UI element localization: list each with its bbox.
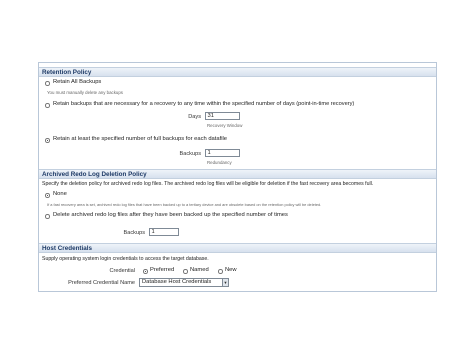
delete-archived-label: Delete archived redo log files after the… <box>53 212 288 218</box>
none-note: If a fast recovery area is set, archived… <box>47 202 322 207</box>
retention-policy-header: Retention Policy <box>39 67 436 77</box>
chevron-down-icon[interactable]: ▼ <box>222 279 228 286</box>
days-label: Days <box>188 114 201 120</box>
backups-hint: Redundancy <box>207 160 232 165</box>
retain-full-radio[interactable] <box>45 138 50 143</box>
none-label: None <box>53 191 67 197</box>
retain-all-label: Retain All Backups <box>53 79 102 85</box>
credential-label: Credential <box>109 268 136 274</box>
archived-policy-header: Archived Redo Log Deletion Policy <box>39 169 436 179</box>
days-input[interactable]: 31 <box>205 112 240 120</box>
backups-label: Backups <box>179 151 201 157</box>
new-label: New <box>225 267 237 273</box>
none-radio[interactable] <box>45 193 50 198</box>
credentials-description: Supply operating system login credential… <box>42 256 209 262</box>
retain-recovery-label: Retain backups that are necessary for a … <box>53 101 355 107</box>
archived-backups-label: Backups <box>123 230 145 236</box>
retain-all-radio[interactable] <box>45 81 50 86</box>
preferred-credential-value: Database Host Credentials <box>142 279 212 285</box>
named-label: Named <box>190 267 209 273</box>
days-hint: Recovery Window <box>207 123 243 128</box>
new-radio[interactable] <box>218 269 223 274</box>
retain-recovery-radio[interactable] <box>45 103 50 108</box>
backup-settings-panel: Retention Policy Retain All Backups You … <box>38 62 437 292</box>
backups-input[interactable]: 1 <box>205 149 240 157</box>
archived-backups-input[interactable]: 1 <box>149 228 179 236</box>
host-credentials-header: Host Credentials <box>39 243 436 253</box>
preferred-label: Preferred <box>150 267 175 273</box>
named-radio[interactable] <box>183 269 188 274</box>
archived-description: Specify the deletion policy for archived… <box>42 181 374 187</box>
retain-all-note: You must manually delete any backups <box>47 90 123 95</box>
delete-archived-radio[interactable] <box>45 214 50 219</box>
preferred-credential-name-label: Preferred Credential Name <box>68 280 135 286</box>
retain-full-label: Retain at least the specified number of … <box>53 136 228 142</box>
preferred-radio[interactable] <box>143 269 148 274</box>
preferred-credential-select[interactable]: Database Host Credentials ▼ <box>139 278 229 287</box>
